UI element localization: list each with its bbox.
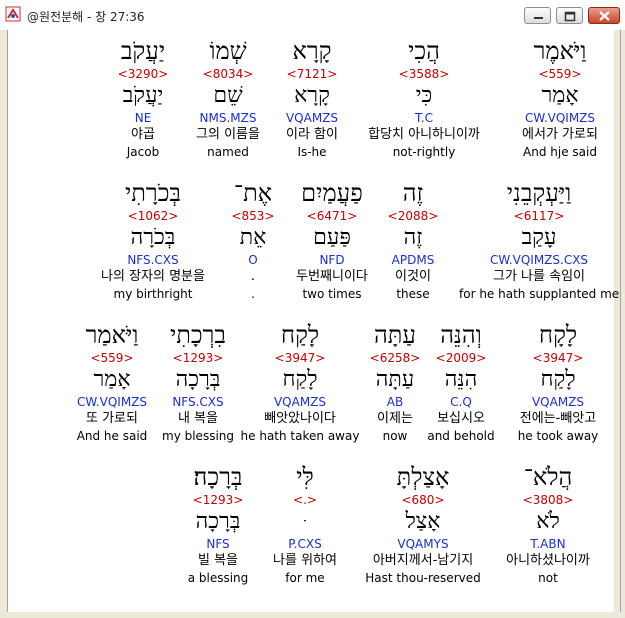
hebrew-word: וַיַּעְקְבֵנִי: [506, 179, 572, 207]
korean-gloss: 전에는-빼앗고: [519, 411, 597, 426]
maximize-button[interactable]: [556, 7, 583, 24]
lemma-word: לָקַח: [540, 367, 576, 392]
hebrew-word: לָקָח: [538, 321, 578, 349]
lemma-word: עָקַב: [521, 225, 557, 250]
word-cell[interactable]: לָקָח <3947> לָקַח VQAMZS 전에는-빼앗고 he took awa…: [478, 320, 625, 444]
window-title: @원전분해 - 창 27:36: [27, 10, 145, 24]
minimize-button[interactable]: [524, 7, 551, 24]
hebrew-word: וַיֹּאמֶר: [533, 37, 587, 65]
korean-gloss: 그가 나를 속임이: [493, 269, 585, 284]
bottom-border: [0, 612, 625, 618]
strong-number: <559>: [538, 67, 582, 81]
app-icon[interactable]: [5, 6, 21, 22]
word-cell[interactable]: וַיֹּאמֶר <559> אָמַר CW.VQIMZS 에서가 가로되 And h…: [480, 36, 625, 160]
minimize-icon: [534, 17, 543, 19]
title-bar[interactable]: @원전분해 - 창 27:36: [0, 0, 625, 30]
english-gloss: for he hath supplanted me: [459, 287, 620, 301]
window: @원전분해 - 창 27:36 יַעֲקֹב <3290> יַעֲקֹב NE 야곱…: [0, 0, 625, 618]
lemma-word: אָמַר: [541, 83, 579, 108]
parsing-code: CW.VQIMZS: [524, 111, 596, 125]
parsing-code: VQAMZS: [531, 395, 585, 409]
hebrew-word: הֲלֹא־: [523, 463, 573, 491]
english-gloss: he took away: [517, 429, 599, 443]
korean-gloss: 아니하셨나이까: [506, 553, 590, 568]
parsing-code: T.ABN: [530, 537, 566, 551]
strong-number: <3808>: [522, 493, 574, 507]
word-cell[interactable]: וַיַּעְקְבֵנִי <6117> עָקַב CW.VQIMZS.CXS 그가…: [459, 178, 619, 302]
maximize-icon: [564, 11, 576, 22]
interlinear-panel[interactable]: יַעֲקֹב <3290> יַעֲקֹב NE 야곱 Jacob שְׁמוֹ <8034…: [7, 30, 621, 612]
strong-number: <6117>: [513, 209, 565, 223]
word-cell[interactable]: הֲלֹא־ <3808> לֹא T.ABN 아니하셨나이까 not: [468, 462, 625, 586]
close-button[interactable]: [588, 7, 620, 24]
english-gloss: not: [538, 571, 558, 585]
parsing-code: CW.VQIMZS.CXS: [489, 253, 589, 267]
close-icon: [599, 11, 610, 21]
lemma-word: לֹא: [536, 509, 560, 534]
strong-number: <3947>: [532, 351, 584, 365]
korean-gloss: 에서가 가로되: [522, 127, 598, 142]
english-gloss: And hje said: [523, 145, 597, 159]
